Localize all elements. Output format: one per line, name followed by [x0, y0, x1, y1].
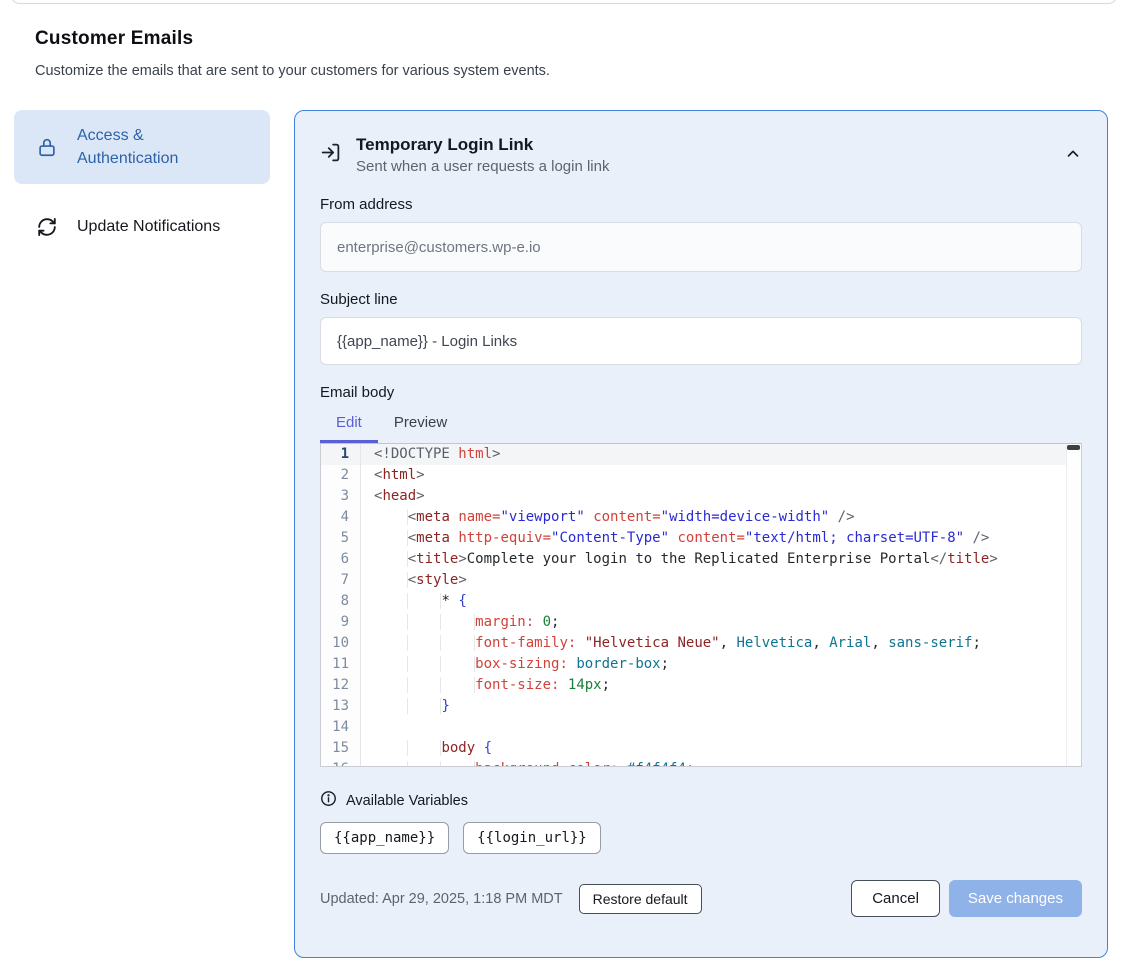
code-line[interactable]: 12 font-size: 14px; [321, 675, 1081, 696]
code-line-text: * { [361, 591, 1081, 612]
code-line[interactable]: 2<html> [321, 465, 1081, 486]
sidebar: Access & Authentication Update Notificati… [14, 110, 270, 253]
chevron-up-icon [1064, 145, 1082, 166]
code-line[interactable]: 4 <meta name="viewport" content="width=d… [321, 507, 1081, 528]
editor-scrollbar-track[interactable] [1066, 444, 1081, 766]
email-settings-panel: Temporary Login Link Sent when a user re… [294, 110, 1108, 958]
sidebar-item-access-authentication[interactable]: Access & Authentication [14, 110, 270, 184]
code-line[interactable]: 13 } [321, 696, 1081, 717]
tab-edit[interactable]: Edit [320, 405, 378, 443]
line-number: 5 [321, 528, 361, 549]
panel-title: Temporary Login Link [356, 135, 609, 155]
lock-icon [36, 136, 58, 158]
line-number: 4 [321, 507, 361, 528]
code-line[interactable]: 7 <style> [321, 570, 1081, 591]
page-subtitle: Customize the emails that are sent to yo… [35, 63, 550, 79]
code-line-text: <meta name="viewport" content="width=dev… [361, 507, 1081, 528]
panel-subtitle: Sent when a user requests a login link [356, 158, 609, 175]
code-line[interactable]: 15 body { [321, 738, 1081, 759]
email-body-tabs: EditPreview [320, 405, 1082, 443]
line-number: 10 [321, 633, 361, 654]
code-line-text: body { [361, 738, 1081, 759]
code-line-text: box-sizing: border-box; [361, 654, 1081, 675]
code-line-text: <style> [361, 570, 1081, 591]
available-variables-row: Available Variables [320, 790, 1082, 811]
line-number: 8 [321, 591, 361, 612]
code-line-text: font-family: "Helvetica Neue", Helvetica… [361, 633, 1081, 654]
code-line[interactable]: 6 <title>Complete your login to the Repl… [321, 549, 1081, 570]
code-line-text: font-size: 14px; [361, 675, 1081, 696]
code-line-text: <title>Complete your login to the Replic… [361, 549, 1081, 570]
line-number: 16 [321, 759, 361, 767]
code-line-text: background-color: #f4f4f4; [361, 759, 1081, 767]
variable-chips: {{app_name}} {{login_url}} [320, 822, 1082, 854]
panel-header-text: Temporary Login Link Sent when a user re… [356, 135, 609, 175]
page-title: Customer Emails [35, 28, 550, 50]
line-number: 3 [321, 486, 361, 507]
code-line-text: <head> [361, 486, 1081, 507]
line-number: 1 [321, 444, 361, 465]
sidebar-item-label: Access & Authentication [77, 124, 207, 170]
line-number: 15 [321, 738, 361, 759]
sync-icon [36, 216, 58, 238]
subject-line-input[interactable] [320, 317, 1082, 365]
login-icon [320, 142, 341, 163]
line-number: 12 [321, 675, 361, 696]
code-editor-lines: 1<!DOCTYPE html>2<html>3<head>4 <meta na… [321, 444, 1081, 767]
page-header: Customer Emails Customize the emails tha… [35, 28, 550, 79]
code-line-text: } [361, 696, 1081, 717]
from-address-input[interactable] [320, 222, 1082, 272]
email-body-label: Email body [320, 384, 1082, 401]
info-icon [320, 790, 337, 811]
code-line[interactable]: 5 <meta http-equiv="Content-Type" conten… [321, 528, 1081, 549]
from-address-label: From address [320, 196, 1082, 213]
code-line[interactable]: 14 [321, 717, 1081, 738]
code-editor[interactable]: 1<!DOCTYPE html>2<html>3<head>4 <meta na… [320, 443, 1082, 767]
panel-footer: Updated: Apr 29, 2025, 1:18 PM MDT Resto… [320, 880, 1082, 917]
code-line[interactable]: 16 background-color: #f4f4f4; [321, 759, 1081, 767]
code-line[interactable]: 3<head> [321, 486, 1081, 507]
cancel-button[interactable]: Cancel [851, 880, 940, 917]
code-line[interactable]: 1<!DOCTYPE html> [321, 444, 1081, 465]
line-number: 13 [321, 696, 361, 717]
variable-chip[interactable]: {{login_url}} [463, 822, 601, 854]
restore-default-button[interactable]: Restore default [579, 884, 702, 914]
sidebar-item-label: Update Notifications [77, 215, 220, 238]
tab-preview[interactable]: Preview [378, 405, 463, 443]
code-line-text: margin: 0; [361, 612, 1081, 633]
code-line-text [361, 717, 1081, 738]
code-line[interactable]: 10 font-family: "Helvetica Neue", Helvet… [321, 633, 1081, 654]
code-line-text: <!DOCTYPE html> [361, 444, 1081, 465]
variable-chip[interactable]: {{app_name}} [320, 822, 449, 854]
code-line[interactable]: 11 box-sizing: border-box; [321, 654, 1081, 675]
code-line-text: <meta http-equiv="Content-Type" content=… [361, 528, 1081, 549]
line-number: 2 [321, 465, 361, 486]
line-number: 11 [321, 654, 361, 675]
available-variables-label: Available Variables [346, 793, 468, 809]
line-number: 6 [321, 549, 361, 570]
updated-timestamp: Updated: Apr 29, 2025, 1:18 PM MDT [320, 891, 563, 907]
editor-scrollbar-thumb[interactable] [1067, 445, 1080, 450]
save-changes-button[interactable]: Save changes [949, 880, 1082, 917]
line-number: 14 [321, 717, 361, 738]
code-line[interactable]: 8 * { [321, 591, 1081, 612]
code-line[interactable]: 9 margin: 0; [321, 612, 1081, 633]
page: Customer Emails Customize the emails tha… [0, 0, 1128, 980]
line-number: 9 [321, 612, 361, 633]
collapse-button[interactable] [1064, 145, 1082, 166]
previous-card-bottom-edge [10, 0, 1118, 4]
line-number: 7 [321, 570, 361, 591]
code-line-text: <html> [361, 465, 1081, 486]
panel-header: Temporary Login Link Sent when a user re… [320, 135, 1082, 175]
subject-line-label: Subject line [320, 291, 1082, 308]
sidebar-item-update-notifications[interactable]: Update Notifications [14, 201, 270, 252]
